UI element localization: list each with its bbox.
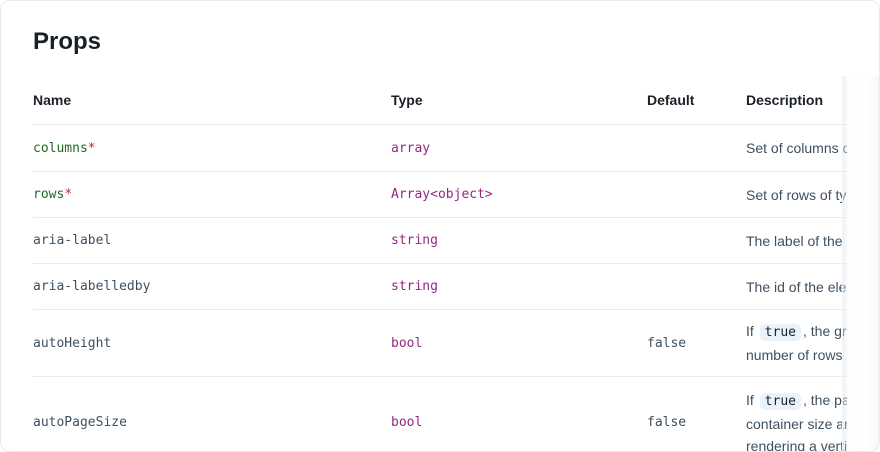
prop-description-cell: Set of columns o (746, 125, 847, 171)
column-header-name: Name (33, 92, 72, 108)
prop-default: false (647, 335, 687, 351)
prop-type: string (391, 279, 438, 294)
prop-type: array (391, 140, 431, 156)
prop-description-line: number of rows (746, 347, 843, 363)
prop-description-cell: The id of the ele (746, 264, 847, 309)
required-marker: * (64, 187, 73, 202)
required-marker: * (87, 140, 96, 156)
prop-description-line: If true, the gri (746, 320, 847, 344)
prop-description-cell: Set of rows of ty (746, 172, 847, 217)
prop-type: string (391, 233, 438, 248)
prop-name: aria-labelledby (33, 279, 151, 294)
props-table[interactable]: Name Type Default Description columns * a… (33, 76, 847, 452)
prop-type: bool (391, 415, 423, 430)
prop-name-cell: columns * (33, 125, 96, 171)
prop-description-prefix: If (746, 323, 754, 339)
prop-type: Array<object> (391, 187, 493, 202)
table-row: aria-labelledby string The id of the ele (33, 264, 847, 310)
prop-description-suffix: , the gri (802, 323, 847, 339)
column-header-default: Default (647, 92, 695, 108)
prop-type: bool (391, 335, 423, 351)
prop-name: autoHeight (33, 335, 112, 351)
horizontal-scroll-fade (842, 76, 879, 451)
prop-description-cell: If true, the gri number of rows (746, 310, 847, 376)
props-panel: Props Name Type Default Description colu… (0, 0, 880, 452)
prop-default: false (647, 415, 687, 430)
inline-code: true (759, 324, 801, 341)
prop-description: Set of columns o (746, 140, 847, 156)
prop-description-suffix: , the pa (802, 391, 847, 408)
prop-description-prefix: If (746, 391, 754, 408)
table-row: aria-label string The label of the (33, 218, 847, 264)
prop-description-line: container size ar (746, 415, 847, 432)
table-row: autoHeight bool false If true, the gri n… (33, 310, 847, 377)
prop-description-line: If true, the pa (746, 389, 847, 413)
column-header-description: Description (746, 92, 824, 108)
prop-name: autoPageSize (33, 415, 127, 430)
prop-description: The label of the (746, 232, 843, 249)
table-row: autoPageSize bool false If true, the pa … (33, 377, 847, 452)
prop-name: aria-label (33, 233, 112, 248)
prop-description-cell: If true, the pa container size ar render… (746, 377, 847, 452)
prop-description-line: rendering a verti (746, 437, 847, 452)
table-header-row: Name Type Default Description (33, 76, 847, 125)
table-row: rows * Array<object> Set of rows of ty (33, 172, 847, 218)
prop-description-cell: The label of the (746, 218, 847, 263)
table-row: columns * array Set of columns o (33, 125, 847, 172)
page-title: Props (33, 28, 102, 55)
column-header-type: Type (391, 92, 423, 108)
prop-name-cell: rows * (33, 172, 72, 217)
prop-description: Set of rows of ty (746, 186, 847, 203)
prop-description: The id of the ele (746, 278, 847, 295)
prop-name: columns (33, 140, 88, 156)
inline-code: true (759, 392, 801, 410)
prop-name: rows (33, 187, 65, 202)
